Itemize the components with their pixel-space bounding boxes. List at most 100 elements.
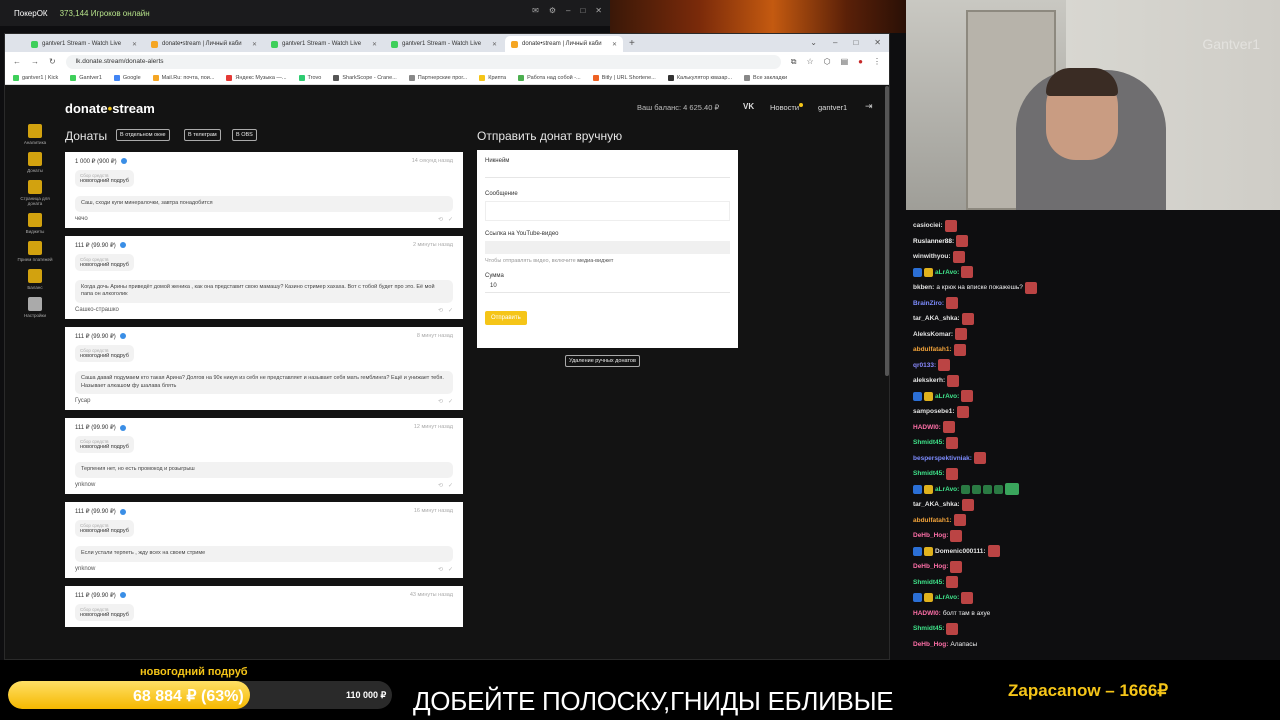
nav-settings[interactable]: Настройки — [15, 297, 55, 318]
replay-icon[interactable]: ⟲ — [438, 482, 443, 489]
news-link[interactable]: Новости — [770, 103, 804, 112]
chat-username[interactable]: aLrAvo: — [935, 590, 959, 606]
maximize-icon[interactable]: □ — [853, 38, 858, 47]
tab-close-icon[interactable]: ✕ — [132, 41, 137, 48]
tab-close-icon[interactable]: ✕ — [372, 41, 377, 48]
browser-tab[interactable]: donate•stream | Личный каби ✕ — [145, 36, 263, 52]
chat-username[interactable]: winwithyou: — [913, 249, 951, 265]
message-textarea[interactable] — [485, 201, 730, 221]
replay-icon[interactable]: ⟲ — [438, 216, 443, 223]
check-icon[interactable]: ✓ — [448, 482, 453, 489]
forward-icon[interactable]: → — [31, 57, 39, 66]
chat-username[interactable]: abdulfatah1: — [913, 342, 952, 358]
media-widget-link[interactable]: медиа-виджет — [577, 258, 613, 264]
bookmark-item[interactable]: Яндекс Музыка —... — [226, 74, 287, 81]
nav-analytics[interactable]: Аналитика — [15, 124, 55, 145]
bookmark-item[interactable]: Trovo — [298, 74, 321, 81]
browser-tab[interactable]: gantver1 Stream - Watch Live ✕ — [385, 36, 503, 52]
nav-widgets[interactable]: Виджеты — [15, 213, 55, 234]
chat-username[interactable]: samposebe1: — [913, 404, 955, 420]
nav-balance[interactable]: Баланс — [15, 269, 55, 290]
chat-username[interactable]: alekskerh: — [913, 373, 945, 389]
brand-logo[interactable]: donate•stream — [65, 101, 155, 116]
tab-close-icon[interactable]: ✕ — [252, 41, 257, 48]
cast-icon[interactable]: ⧉ — [791, 57, 797, 67]
check-icon[interactable]: ✓ — [448, 398, 453, 405]
chat-username[interactable]: aLrAvo: — [935, 482, 959, 498]
chat-username[interactable]: Ruslanner88: — [913, 234, 954, 250]
nickname-input[interactable] — [485, 168, 730, 178]
close-icon[interactable]: ✕ — [595, 6, 602, 15]
profile-avatar[interactable]: ● — [858, 57, 863, 67]
chat-username[interactable]: BrainZiro: — [913, 296, 944, 312]
minimize-icon[interactable]: – — [566, 6, 570, 15]
chat-username[interactable]: DeHb_Hog: — [913, 637, 948, 653]
chat-username[interactable]: casiociei: — [913, 218, 943, 234]
chat-username[interactable]: bkben: — [913, 280, 934, 296]
settings-icon[interactable]: ⚙ — [549, 6, 556, 15]
page-scrollbar[interactable] — [885, 86, 889, 376]
replay-icon[interactable]: ⟲ — [438, 566, 443, 573]
close-icon[interactable]: ✕ — [874, 38, 881, 47]
telegram-button[interactable]: В телеграм — [184, 129, 221, 141]
nav-donate-page[interactable]: Страница для доната — [15, 180, 55, 206]
chat-username[interactable]: Shmidt45: — [913, 621, 944, 637]
bookmark-item[interactable]: Bitly | URL Shortene... — [592, 74, 656, 81]
minimize-icon[interactable]: – — [833, 38, 837, 47]
open-in-window-button[interactable]: В отдельном окне — [116, 129, 170, 141]
chat-username[interactable]: Shmidt45: — [913, 575, 944, 591]
menu-icon[interactable]: ⋮ — [873, 57, 881, 67]
send-button[interactable]: Отправить — [485, 311, 527, 325]
chat-username[interactable]: tar_AKA_shka: — [913, 497, 960, 513]
chat-username[interactable]: Shmidt45: — [913, 466, 944, 482]
chat-username[interactable]: besperspektivniak: — [913, 451, 972, 467]
chat-username[interactable]: aLrAvo: — [935, 389, 959, 405]
check-icon[interactable]: ✓ — [448, 566, 453, 573]
chat-username[interactable]: tar_AKA_shka: — [913, 311, 960, 327]
browser-tab[interactable]: gantver1 Stream - Watch Live ✕ — [265, 36, 383, 52]
sidebar-icon[interactable]: ▤ — [841, 57, 849, 67]
check-icon[interactable]: ✓ — [448, 307, 453, 314]
chat-username[interactable]: abdulfatah1: — [913, 513, 952, 529]
chat-username[interactable]: aLrAvo: — [935, 265, 959, 281]
star-icon[interactable]: ☆ — [806, 57, 813, 67]
replay-icon[interactable]: ⟲ — [438, 398, 443, 405]
replay-icon[interactable]: ⟲ — [438, 307, 443, 314]
bookmark-item[interactable]: Калькулятор квазар... — [667, 74, 732, 81]
bookmark-item[interactable]: Mail.Ru: почта, пои... — [152, 74, 214, 81]
check-icon[interactable]: ✓ — [448, 216, 453, 223]
logout-icon[interactable]: ⇥ — [865, 101, 873, 112]
chat-username[interactable]: HADWI0: — [913, 606, 941, 622]
chevron-down-icon[interactable]: ⌄ — [810, 38, 817, 47]
username-link[interactable]: gantver1 — [818, 103, 847, 112]
extensions-icon[interactable]: ⬡ — [824, 57, 831, 67]
nav-payments[interactable]: Прием платежей — [15, 241, 55, 262]
obs-button[interactable]: В OBS — [232, 129, 257, 141]
chat-username[interactable]: Domenic000111: — [935, 544, 986, 560]
mail-icon[interactable]: ✉ — [532, 6, 539, 15]
chat-username[interactable]: Shmidt45: — [913, 435, 944, 451]
chat-username[interactable]: DeHb_Hog: — [913, 559, 948, 575]
chat-username[interactable]: DeHb_Hog: — [913, 528, 948, 544]
chat-username[interactable]: HADWI0: — [913, 420, 941, 436]
nav-donates[interactable]: Донаты — [15, 152, 55, 173]
bookmark-item[interactable]: Gantver1 — [70, 74, 102, 81]
url-input[interactable]: lk.donate.stream/donate-alerts — [65, 54, 781, 69]
vk-icon[interactable]: VK — [743, 102, 754, 111]
bookmark-item[interactable]: gantver1 | Kick — [13, 74, 58, 81]
bookmark-item[interactable]: Работа над собой -... — [518, 74, 581, 81]
tab-close-icon[interactable]: ✕ — [492, 41, 497, 48]
bookmark-item[interactable]: Google — [113, 74, 141, 81]
bookmark-item[interactable]: Крипта — [479, 74, 506, 81]
browser-tab[interactable]: gantver1 Stream - Watch Live ✕ — [25, 36, 143, 52]
browser-tab[interactable]: donate•stream | Личный каби ✕ — [505, 36, 623, 52]
back-icon[interactable]: ← — [13, 57, 21, 66]
bookmark-item[interactable]: SharkScope - Crane... — [333, 74, 397, 81]
chat-username[interactable]: AleksKomar: — [913, 327, 953, 343]
reload-icon[interactable]: ↻ — [49, 57, 56, 66]
chat-username[interactable]: qr0133: — [913, 358, 936, 374]
sum-input[interactable]: 10 — [485, 283, 730, 293]
delete-manual-donations-button[interactable]: Удаление ручных донатов — [565, 355, 640, 367]
new-tab-icon[interactable]: + — [629, 38, 635, 49]
bookmark-item[interactable]: Все закладки — [744, 74, 787, 81]
